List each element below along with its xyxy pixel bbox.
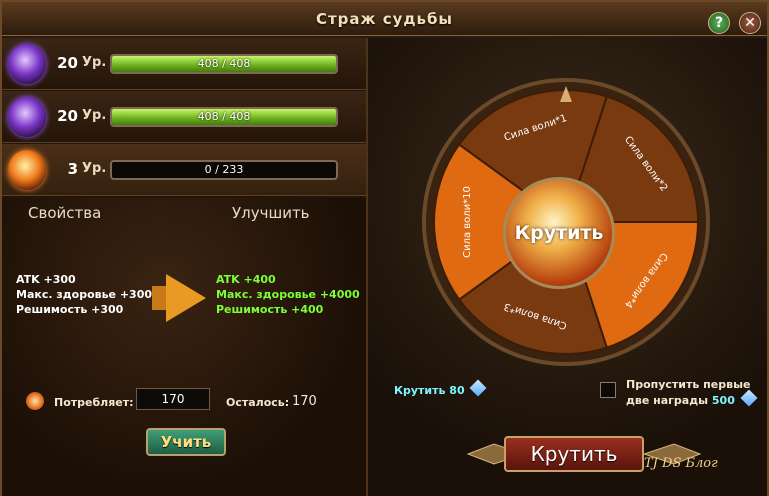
remain-value: 170: [292, 394, 317, 409]
window-title: Страж судьбы: [315, 10, 454, 28]
watermark: TJ DS Блог: [644, 456, 718, 471]
level-value: 3: [67, 160, 78, 178]
help-button[interactable]: ?: [708, 12, 730, 34]
upgraded-stat: ATK +400: [216, 273, 276, 286]
exp-bar-text: 408 / 408: [197, 110, 251, 123]
diamond-icon: [469, 379, 487, 397]
spin-cost: Крутить 80: [394, 379, 487, 397]
level-unit: Ур.: [82, 108, 107, 123]
guardian-row-2[interactable]: 20 Ур. 408 / 408: [2, 91, 366, 143]
level-value: 20: [57, 107, 78, 125]
learn-button[interactable]: Учить: [146, 428, 226, 456]
consume-value-field: 170: [136, 388, 210, 410]
skip-cost: 500: [711, 394, 735, 407]
wheel-segment-label: Сила воли*10: [462, 186, 473, 258]
guardian-row-1[interactable]: 20 Ур. 408 / 408: [2, 38, 366, 90]
skip-rewards-label: Пропустить первые две награды 500: [626, 378, 758, 408]
orange-gem-icon: [8, 150, 46, 190]
arrow-right-icon: [166, 274, 206, 322]
exp-bar-text: 0 / 233: [204, 163, 244, 176]
upgraded-stat: Макс. здоровье +4000: [216, 288, 360, 301]
spin-button[interactable]: Крутить: [504, 436, 644, 472]
current-stat: Решимость +300: [16, 303, 124, 316]
diamond-icon: [740, 389, 758, 407]
level-value: 20: [57, 54, 78, 72]
exp-bar: 408 / 408: [110, 107, 338, 127]
upgraded-stat: Решимость +400: [216, 303, 324, 316]
level-unit: Ур.: [82, 161, 107, 176]
wheel-panel: Сила воли*2 Сила воли*4 Сила воли*3 Сила во…: [368, 38, 767, 496]
exp-bar: 408 / 408: [110, 54, 338, 74]
purple-gem-icon: [8, 97, 46, 137]
left-panel: 20 Ур. 408 / 408 20 Ур. 408 / 408 3 Ур. …: [2, 38, 368, 496]
level-unit: Ур.: [82, 55, 107, 70]
spin-cost-label: Крутить: [394, 384, 446, 397]
current-stat: Макс. здоровье +3000: [16, 288, 160, 301]
upgrade-header: Улучшить: [232, 204, 310, 222]
close-button[interactable]: ✕: [739, 12, 761, 34]
properties-panel: Свойства Улучшить ATK +300 Макс. здоровь…: [2, 198, 366, 496]
skip-label-line2: две награды: [626, 394, 709, 407]
spin-cost-value: 80: [449, 384, 465, 397]
currency-icon: [26, 392, 44, 410]
exp-bar: 0 / 233: [110, 160, 338, 180]
properties-header: Свойства: [28, 204, 102, 222]
guardian-row-3[interactable]: 3 Ур. 0 / 233: [2, 144, 366, 196]
fate-guardian-window: Страж судьбы ? ✕ 20 Ур. 408 / 408 20 Ур.…: [0, 0, 769, 496]
remain-label: Осталось:: [226, 396, 290, 409]
current-stat: ATK +300: [16, 273, 76, 286]
skip-label-line1: Пропустить первые: [626, 378, 751, 391]
exp-bar-text: 408 / 408: [197, 57, 251, 70]
window-titlebar: Страж судьбы ? ✕: [2, 2, 767, 36]
skip-rewards-checkbox[interactable]: [600, 382, 616, 398]
spin-center-button[interactable]: Крутить: [503, 177, 615, 289]
purple-gem-icon: [8, 44, 46, 84]
consume-label: Потребляет:: [54, 396, 134, 409]
